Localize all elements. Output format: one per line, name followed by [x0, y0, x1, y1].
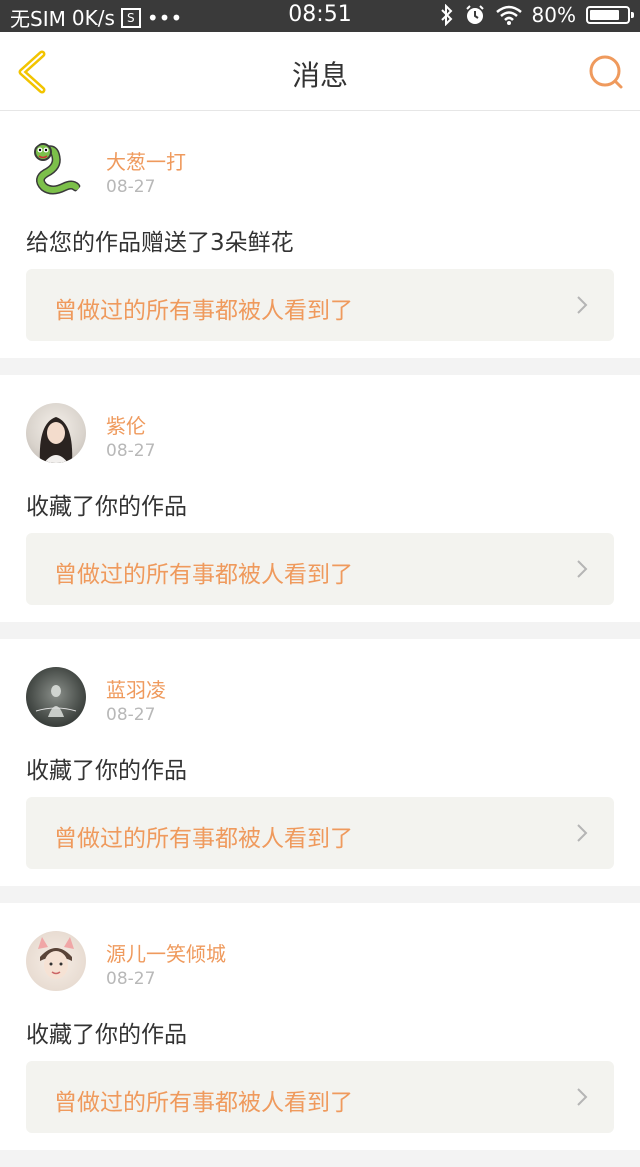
chevron-right-icon	[577, 1088, 588, 1106]
message-action: 给您的作品赠送了3朵鲜花	[26, 230, 294, 256]
battery-fill	[590, 10, 619, 20]
cat-ears-portrait-icon	[38, 937, 74, 979]
message-card: 大葱一打 08-27 给您的作品赠送了3朵鲜花 曾做过的所有事都被人看到了	[0, 111, 640, 358]
message-card: 紫伦 08-27 收藏了你的作品 曾做过的所有事都被人看到了	[0, 375, 640, 622]
work-title: 曾做过的所有事都被人看到了	[54, 826, 353, 852]
user-name[interactable]: 紫伦	[106, 410, 146, 439]
chevron-right-icon	[577, 560, 588, 578]
work-link[interactable]: 曾做过的所有事都被人看到了	[26, 533, 614, 605]
nav-bar: 消息	[0, 32, 640, 111]
portrait-icon	[39, 417, 73, 463]
battery-icon	[586, 6, 634, 24]
battery-percent: 80%	[531, 3, 576, 27]
message-date: 08-27	[106, 969, 156, 989]
status-right: 80%	[440, 3, 634, 27]
status-bar: 无SIM 0K/s S ••• 08:51 80%	[0, 0, 640, 32]
girl-photo-avatar[interactable]	[26, 403, 86, 463]
work-title: 曾做过的所有事都被人看到了	[54, 1090, 353, 1116]
wifi-icon	[495, 5, 522, 25]
work-link[interactable]: 曾做过的所有事都被人看到了	[26, 269, 614, 341]
message-action: 收藏了你的作品	[26, 1022, 187, 1048]
snake-icon	[34, 143, 81, 195]
work-link[interactable]: 曾做过的所有事都被人看到了	[26, 797, 614, 869]
user-name[interactable]: 蓝羽凌	[106, 674, 166, 703]
work-link[interactable]: 曾做过的所有事都被人看到了	[26, 1061, 614, 1133]
message-date: 08-27	[106, 705, 156, 725]
search-icon[interactable]	[586, 52, 626, 92]
dark-photo-avatar[interactable]	[26, 667, 86, 727]
user-name[interactable]: 大葱一打	[106, 146, 186, 175]
figure-icon	[35, 685, 77, 717]
message-action: 收藏了你的作品	[26, 494, 187, 520]
alarm-icon	[465, 5, 484, 24]
bluetooth-icon	[440, 4, 452, 26]
message-list: 大葱一打 08-27 给您的作品赠送了3朵鲜花 曾做过的所有事都被人看到了 紫伦…	[0, 111, 640, 1167]
boy-photo-avatar[interactable]	[26, 931, 86, 991]
snake-avatar[interactable]	[26, 139, 86, 199]
message-card: 蓝羽凌 08-27 收藏了你的作品 曾做过的所有事都被人看到了	[0, 639, 640, 886]
work-title: 曾做过的所有事都被人看到了	[54, 562, 353, 588]
message-date: 08-27	[106, 177, 156, 197]
chevron-right-icon	[577, 296, 588, 314]
message-action: 收藏了你的作品	[26, 758, 187, 784]
page-title: 消息	[291, 59, 348, 92]
message-date: 08-27	[106, 441, 156, 461]
user-name[interactable]: 源儿一笑倾城	[106, 938, 226, 967]
work-title: 曾做过的所有事都被人看到了	[54, 298, 353, 324]
message-card: 源儿一笑倾城 08-27 收藏了你的作品 曾做过的所有事都被人看到了	[0, 903, 640, 1150]
chevron-right-icon	[577, 824, 588, 842]
